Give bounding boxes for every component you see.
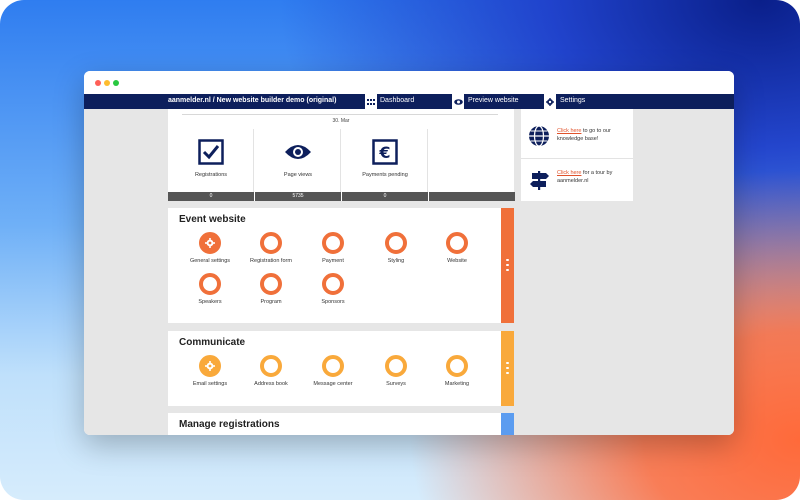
gear-icon[interactable] — [544, 94, 556, 109]
stat-page-views[interactable]: Page views — [255, 129, 341, 192]
circle-icon — [322, 273, 344, 295]
general-settings-tile[interactable]: General settings — [180, 232, 240, 272]
more-options-icon[interactable] — [506, 361, 509, 376]
close-window-button[interactable] — [95, 80, 101, 86]
stat-count: 0 — [168, 192, 254, 201]
stats-date: 30. Mar — [332, 118, 350, 124]
stat-payments-pending[interactable]: € Payments pending — [342, 129, 428, 192]
circle-icon — [260, 232, 282, 254]
gear-icon — [199, 355, 221, 377]
circle-icon — [385, 355, 407, 377]
circle-icon — [199, 273, 221, 295]
payment-tile[interactable]: Payment — [303, 232, 363, 272]
panel-title: Communicate — [179, 337, 246, 348]
styling-tile[interactable]: Styling — [366, 232, 426, 272]
signpost-icon — [527, 168, 551, 192]
email-settings-tile[interactable]: Email settings — [180, 355, 240, 395]
dashboard-link[interactable]: Dashboard — [380, 97, 414, 104]
circle-icon — [322, 355, 344, 377]
stat-label: Page views — [283, 172, 313, 178]
stat-empty — [429, 129, 515, 192]
globe-icon — [527, 124, 551, 148]
knowledge-base-link[interactable]: Click here — [557, 128, 581, 134]
tile-label: Marketing — [444, 381, 470, 387]
knowledge-base-text: Click here to go to our knowledge base! — [557, 127, 629, 143]
circle-icon — [385, 232, 407, 254]
sponsors-tile[interactable]: Sponsors — [303, 273, 363, 313]
help-sidebar: Click here to go to our knowledge base! … — [521, 109, 633, 201]
circle-icon — [322, 232, 344, 254]
circle-icon — [260, 273, 282, 295]
panel-title: Event website — [179, 214, 246, 225]
message-center-tile[interactable]: Message center — [303, 355, 363, 395]
stats-card: 30. Mar Registrations Page views € Payme… — [168, 109, 515, 201]
euro-icon: € — [371, 139, 399, 165]
panel-menu-bar[interactable] — [501, 413, 514, 435]
stat-count — [429, 192, 515, 201]
tile-label: Message center — [313, 381, 353, 387]
circle-icon — [446, 232, 468, 254]
divider — [182, 114, 498, 115]
browser-titlebar — [84, 71, 734, 94]
stat-registrations[interactable]: Registrations — [168, 129, 254, 192]
more-options-icon[interactable] — [506, 258, 509, 273]
browser-window: aanmelder.nl / New website builder demo … — [84, 71, 734, 435]
panel-title: Manage registrations — [179, 419, 280, 430]
speakers-tile[interactable]: Speakers — [180, 273, 240, 313]
tour-text: Click here for a tour by aanmelder.nl — [557, 169, 629, 185]
svg-text:€: € — [378, 143, 390, 162]
checkbox-icon — [197, 139, 225, 165]
tile-label: Sponsors — [321, 299, 345, 305]
marketing-tile[interactable]: Marketing — [427, 355, 487, 395]
event-website-panel: Event website General settings Registrat… — [168, 208, 514, 323]
maximize-window-button[interactable] — [113, 80, 119, 86]
address-book-tile[interactable]: Address book — [241, 355, 301, 395]
knowledge-base-row: Click here to go to our knowledge base! — [521, 117, 633, 157]
stat-count: 5735 — [255, 192, 341, 201]
gear-icon — [199, 232, 221, 254]
grid-icon[interactable] — [365, 94, 377, 109]
eye-icon[interactable] — [452, 94, 464, 109]
stat-count: 0 — [342, 192, 428, 201]
manage-registrations-panel: Manage registrations — [168, 413, 514, 435]
top-navbar: aanmelder.nl / New website builder demo … — [84, 94, 734, 109]
tile-label: Website — [447, 258, 467, 264]
settings-link[interactable]: Settings — [560, 97, 585, 104]
tile-label: Payment — [322, 258, 344, 264]
eye-icon — [284, 139, 312, 165]
circle-icon — [446, 355, 468, 377]
dashboard-content: 30. Mar Registrations Page views € Payme… — [84, 109, 734, 435]
panel-menu-bar[interactable] — [501, 208, 514, 323]
panel-menu-bar[interactable] — [501, 331, 514, 406]
tour-row: Click here for a tour by aanmelder.nl — [521, 158, 633, 198]
website-tile[interactable]: Website — [427, 232, 487, 272]
surveys-tile[interactable]: Surveys — [366, 355, 426, 395]
preview-website-link[interactable]: Preview website — [468, 97, 519, 104]
minimize-window-button[interactable] — [104, 80, 110, 86]
stat-label: Payments pending — [362, 172, 408, 178]
communicate-panel: Communicate Email settings Address book … — [168, 331, 514, 406]
tour-link[interactable]: Click here — [557, 170, 581, 176]
registration-form-tile[interactable]: Registration form — [241, 232, 301, 272]
program-tile[interactable]: Program — [241, 273, 301, 313]
circle-icon — [260, 355, 282, 377]
breadcrumb-title[interactable]: aanmelder.nl / New website builder demo … — [168, 97, 336, 104]
stat-label: Registrations — [194, 172, 228, 178]
